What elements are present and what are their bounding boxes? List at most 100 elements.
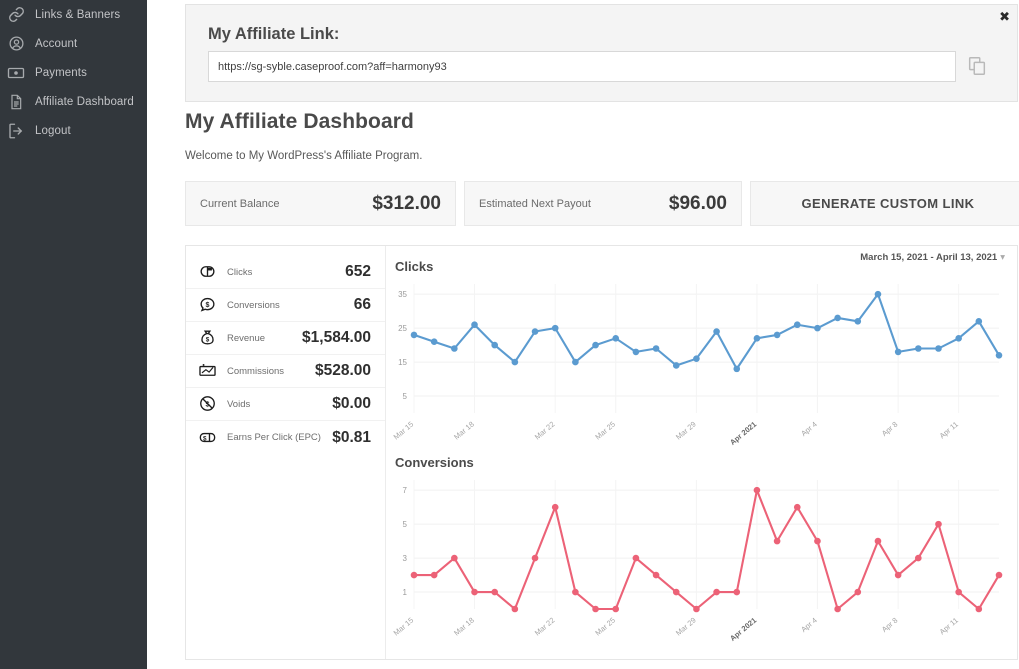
link-icon — [6, 5, 26, 25]
welcome-text: Welcome to My WordPress's Affiliate Prog… — [185, 150, 422, 162]
svg-text:Apr 4: Apr 4 — [799, 616, 819, 634]
conversion-icon: $ — [198, 295, 218, 315]
svg-text:5: 5 — [403, 392, 408, 401]
stat-label: Revenue — [227, 333, 293, 344]
stat-row-revenue: $ Revenue $1,584.00 — [186, 322, 385, 355]
svg-text:Mar 25: Mar 25 — [593, 420, 617, 442]
user-circle-icon — [6, 34, 26, 54]
affiliate-link-title: My Affiliate Link: — [208, 25, 339, 44]
chevron-down-icon: ▾ — [1000, 252, 1005, 263]
svg-text:Apr 4: Apr 4 — [799, 420, 819, 438]
current-balance-label: Current Balance — [200, 198, 280, 210]
sidebar-item-label: Logout — [35, 125, 71, 137]
date-range-text: March 15, 2021 - April 13, 2021 — [860, 252, 997, 263]
affiliate-link-panel: ✖ My Affiliate Link: — [185, 4, 1018, 102]
svg-text:Mar 15: Mar 15 — [392, 616, 416, 638]
svg-text:Mar 29: Mar 29 — [674, 420, 698, 442]
page-title: My Affiliate Dashboard — [185, 110, 414, 134]
conversions-chart: 1 3 5 7 Mar 15 Mar 18 Mar 22 Mar 25 Mar 29 Apr 20… — [386, 472, 1011, 657]
affiliate-link-input[interactable] — [208, 51, 956, 82]
stat-row-conversions: $ Conversions 66 — [186, 289, 385, 322]
svg-text:Apr 11: Apr 11 — [938, 616, 960, 637]
svg-text:$: $ — [206, 400, 210, 408]
stat-value: $0.81 — [332, 429, 371, 447]
sidebar-item-affiliate-dashboard[interactable]: Affiliate Dashboard — [0, 87, 147, 116]
sidebar-item-label: Payments — [35, 67, 87, 79]
banknote-icon — [6, 63, 26, 83]
svg-text:Apr 11: Apr 11 — [938, 420, 960, 441]
sidebar-item-label: Account — [35, 38, 77, 50]
clicks-chart-title: Clicks — [395, 259, 433, 274]
svg-text:35: 35 — [398, 290, 407, 299]
check-icon — [198, 361, 218, 381]
svg-text:Mar 18: Mar 18 — [452, 616, 476, 638]
svg-text:Apr 8: Apr 8 — [880, 616, 900, 634]
estimated-next-payout-label: Estimated Next Payout — [479, 198, 591, 210]
click-icon — [198, 262, 218, 282]
stat-row-clicks: Clicks 652 — [186, 256, 385, 289]
sidebar-item-payments[interactable]: Payments — [0, 58, 147, 87]
svg-text:Mar 22: Mar 22 — [533, 616, 557, 638]
stat-row-epc: $ Earns Per Click (EPC) $0.81 — [186, 421, 385, 454]
charts-area: March 15, 2021 - April 13, 2021▾ Clicks … — [386, 246, 1017, 659]
svg-text:3: 3 — [403, 554, 408, 563]
date-range-selector[interactable]: March 15, 2021 - April 13, 2021▾ — [860, 252, 1005, 263]
svg-text:15: 15 — [398, 358, 407, 367]
svg-text:Mar 22: Mar 22 — [533, 420, 557, 442]
sidebar: Links & Banners Account Payments — [0, 0, 147, 669]
conversions-chart-title: Conversions — [395, 455, 474, 470]
sidebar-item-logout[interactable]: Logout — [0, 116, 147, 145]
svg-text:$: $ — [206, 336, 210, 343]
sidebar-item-label: Links & Banners — [35, 9, 120, 21]
dashboard-panel: Clicks 652 $ Conversions 66 — [185, 245, 1018, 660]
current-balance-card: Current Balance $312.00 — [185, 181, 456, 226]
svg-text:$: $ — [203, 435, 207, 442]
estimated-next-payout-value: $96.00 — [669, 193, 727, 215]
svg-text:25: 25 — [398, 324, 407, 333]
svg-text:Apr 2021: Apr 2021 — [728, 616, 758, 643]
clicks-chart-svg: 5 15 25 35 Mar 15 Mar 18 Mar 22 Mar 25 Mar 29 Apr… — [386, 276, 1011, 461]
svg-text:Apr 8: Apr 8 — [880, 420, 900, 438]
svg-text:Mar 15: Mar 15 — [392, 420, 416, 442]
document-icon — [6, 92, 26, 112]
affiliate-dashboard-app: Links & Banners Account Payments — [0, 0, 1019, 669]
svg-text:$: $ — [206, 301, 210, 309]
stat-value: 652 — [345, 263, 371, 281]
sidebar-item-label: Affiliate Dashboard — [35, 96, 134, 108]
affiliate-link-input-wrap — [208, 51, 956, 82]
current-balance-value: $312.00 — [372, 193, 441, 215]
stat-row-commissions: Commissions $528.00 — [186, 355, 385, 388]
stat-label: Clicks — [227, 267, 336, 278]
svg-text:7: 7 — [403, 486, 408, 495]
stat-value: $528.00 — [315, 362, 371, 380]
conversions-chart-svg: 1 3 5 7 Mar 15 Mar 18 Mar 22 Mar 25 Mar 29 Apr 20… — [386, 472, 1011, 657]
stat-value: 66 — [354, 296, 371, 314]
epc-icon: $ — [198, 428, 218, 448]
svg-text:5: 5 — [403, 520, 408, 529]
stat-label: Conversions — [227, 300, 345, 311]
svg-text:Mar 25: Mar 25 — [593, 616, 617, 638]
svg-text:1: 1 — [403, 588, 408, 597]
void-icon: $ — [198, 394, 218, 414]
copy-icon[interactable] — [966, 55, 988, 77]
svg-text:Mar 29: Mar 29 — [674, 616, 698, 638]
stat-label: Earns Per Click (EPC) — [227, 432, 323, 443]
stat-value: $1,584.00 — [302, 329, 371, 347]
sidebar-item-links-banners[interactable]: Links & Banners — [0, 0, 147, 29]
estimated-next-payout-card: Estimated Next Payout $96.00 — [464, 181, 742, 226]
sidebar-item-account[interactable]: Account — [0, 29, 147, 58]
main-content: ✖ My Affiliate Link: My Affiliate Dashbo… — [147, 0, 1019, 669]
stat-label: Voids — [227, 399, 323, 410]
logout-icon — [6, 121, 26, 141]
stat-label: Commissions — [227, 366, 306, 377]
svg-text:Mar 18: Mar 18 — [452, 420, 476, 442]
stats-list: Clicks 652 $ Conversions 66 — [186, 246, 386, 659]
svg-text:Apr 2021: Apr 2021 — [728, 420, 758, 447]
money-bag-icon: $ — [198, 328, 218, 348]
stat-row-voids: $ Voids $0.00 — [186, 388, 385, 421]
stat-value: $0.00 — [332, 395, 371, 413]
close-icon[interactable]: ✖ — [999, 11, 1010, 24]
clicks-chart: 5 15 25 35 Mar 15 Mar 18 Mar 22 Mar 25 Mar 29 Apr… — [386, 276, 1011, 461]
summary-cards: Current Balance $312.00 Estimated Next P… — [185, 181, 1019, 226]
generate-custom-link-button[interactable]: GENERATE CUSTOM LINK — [750, 181, 1019, 226]
